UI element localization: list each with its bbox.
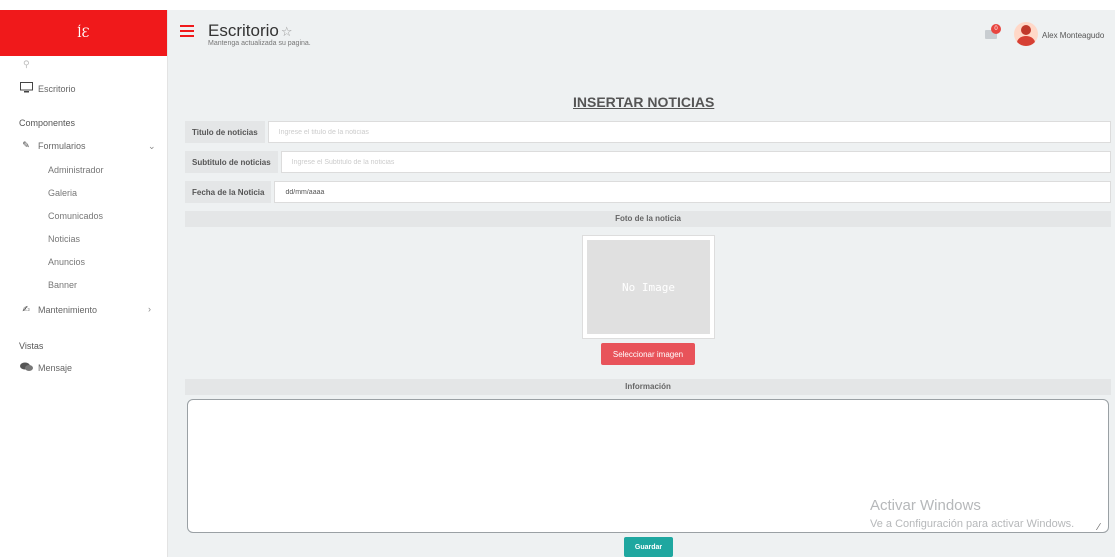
sidebar-subitem-anuncios[interactable]: Anuncios [48,257,85,267]
sidebar-item-mantenimiento[interactable]: ✍ Mantenimiento [19,304,97,315]
monitor-icon [19,82,33,95]
menu-icon[interactable] [180,25,194,37]
top-header: Escritorio ☆ Mantenga actualizada su pagi… [168,10,1115,58]
title-field-group: Titulo de noticias [185,121,1111,143]
save-button[interactable]: Guardar [624,537,673,557]
windows-watermark-title: Activar Windows [870,497,981,514]
sidebar-item-mensaje[interactable]: Mensaje [19,362,72,374]
sidebar-item-escritorio[interactable]: Escritorio [19,82,76,95]
sidebar-item-label: Mantenimiento [38,304,98,315]
subtitle-field-group: Subtitulo de noticias [185,151,1111,173]
chevron-right-icon[interactable]: › [148,304,151,314]
brand-logo-text: ĺƐ [77,25,90,41]
form-title: INSERTAR NOTICIAS [573,94,715,110]
title-field-label: Titulo de noticias [185,121,265,143]
image-preview: No Image [582,235,715,339]
section-heading-views: Vistas [19,341,44,351]
avatar[interactable] [1014,22,1038,46]
info-section-header: Información [185,379,1111,395]
title-input[interactable] [267,121,1111,143]
date-field-group: Fecha de la Noticia [185,181,1111,203]
pencil-icon: ✎ [22,140,30,150]
subtitle-field-label: Subtitulo de noticias [185,151,278,173]
photo-section-header: Foto de la noticia [185,211,1111,227]
sidebar-subitem-administrador[interactable]: Administrador [48,165,104,175]
sidebar-subitem-galeria[interactable]: Galeria [48,188,77,198]
sidebar-item-label: Formularios [38,140,86,151]
user-menu[interactable]: Alex Monteagudo [1042,31,1104,40]
sidebar-subitem-banner[interactable]: Banner [48,280,77,290]
resize-grip-icon[interactable]: ∕ [1098,522,1100,533]
select-image-button[interactable]: Seleccionar imagen [601,343,695,365]
top-strip [0,0,1115,10]
subtitle-input[interactable] [280,151,1111,173]
sidebar-item-label: Mensaje [38,363,73,373]
no-image-placeholder: No Image [587,240,710,334]
chevron-down-icon[interactable]: ⌄ [148,141,156,152]
date-field-label: Fecha de la Noticia [185,181,272,203]
sidebar-subitem-comunicados[interactable]: Comunicados [48,211,103,221]
sidebar-item-formularios[interactable]: ✎ Formularios [19,140,86,151]
search-icon[interactable]: ⚲ [23,59,30,70]
windows-watermark-text: Ve a Configuración para activar Windows. [870,518,1075,530]
notification-badge: 0 [991,24,1001,34]
star-icon[interactable]: ☆ [281,24,293,39]
comments-icon [19,362,33,374]
page-subtitle: Mantenga actualizada su pagina. [208,40,311,47]
sidebar-item-label: Escritorio [38,83,76,94]
notifications-button[interactable]: 0 [985,24,1001,39]
sidebar-subitem-noticias[interactable]: Noticias [48,234,80,244]
page-title: Escritorio ☆ [208,21,293,40]
brand-logo[interactable]: ĺƐ [0,10,167,56]
section-heading-components: Componentes [19,118,76,128]
date-input[interactable] [274,181,1111,203]
edit-icon: ✍ [22,304,30,314]
